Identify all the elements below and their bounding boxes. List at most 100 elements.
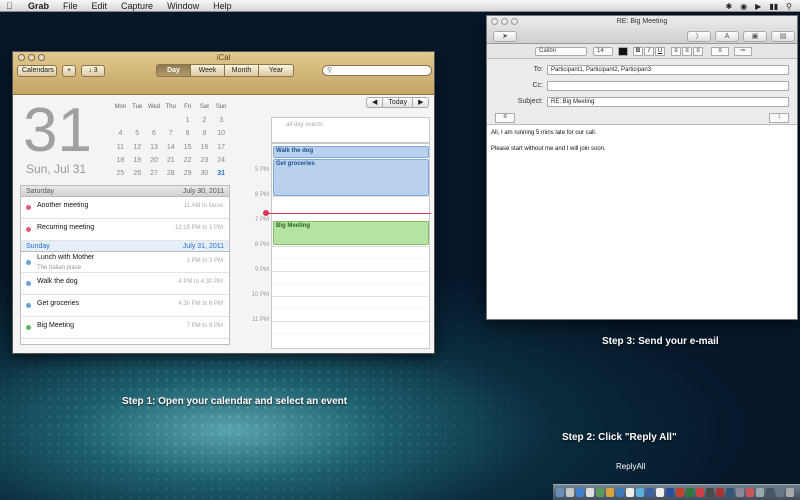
trash-icon[interactable] [786,488,794,497]
day-cell[interactable]: 26 [129,167,146,180]
day-cell[interactable]: 19 [129,154,146,167]
to-field[interactable]: Participant1, Participant2, Participan3 [547,65,789,75]
day-cell[interactable]: 7 [162,127,179,140]
day-cell[interactable]: 13 [146,141,163,154]
day-cell[interactable] [162,114,179,127]
day-cell[interactable] [129,114,146,127]
tab-month[interactable]: Month [225,65,259,76]
app-icon[interactable] [706,488,714,497]
indent-button[interactable]: ⇨ [734,47,752,56]
priority-button[interactable]: ↕ [769,113,789,123]
powerpoint-icon[interactable] [676,488,684,497]
day-cell[interactable]: 1 [179,114,196,127]
finder-icon[interactable] [556,488,564,497]
day-cell[interactable]: 2 [196,114,213,127]
photo-browser-button[interactable]: ▣ [743,31,767,42]
wifi-icon[interactable]: ◉ [740,2,747,11]
day-cell[interactable]: 28 [162,167,179,180]
day-cell[interactable]: 25 [112,167,129,180]
app-icon[interactable] [726,488,734,497]
event-item[interactable]: Recurring meeting 12:15 PM to 1 PM [21,219,229,241]
day-cell[interactable]: 5 [129,127,146,140]
app-icon[interactable] [566,488,574,497]
menu-help[interactable]: Help [213,1,232,11]
tab-year[interactable]: Year [259,65,293,76]
ical-icon[interactable] [626,488,634,497]
day-cell[interactable]: 11 [112,141,129,154]
color-swatch[interactable] [618,47,628,56]
event-item[interactable]: Another meeting 11 AM to Noon [21,197,229,219]
day-cell[interactable]: 15 [179,141,196,154]
day-cell[interactable]: 20 [146,154,163,167]
excel-icon[interactable] [686,488,694,497]
day-cell[interactable] [146,114,163,127]
day-cell[interactable]: 12 [129,141,146,154]
day-cell[interactable]: 10 [213,127,230,140]
event-item[interactable]: Big Meeting 7 PM to 8 PM [21,317,229,339]
italic-button[interactable]: I [644,47,654,56]
inbox-button[interactable]: ↓ 3 [81,65,105,77]
event-item[interactable]: Lunch with Mother The Italian place 1 PM… [21,252,229,274]
day-cell[interactable]: 30 [196,167,213,180]
next-day-button[interactable]: ▶ [413,98,428,107]
font-select[interactable]: Calibri [535,47,587,56]
event-item[interactable]: Get groceries 4:30 PM to 6 PM [21,295,229,317]
apple-icon[interactable]:  [6,1,16,11]
day-cell[interactable]: 8 [179,127,196,140]
size-select[interactable]: 14 [593,47,613,56]
day-cell[interactable]: 14 [162,141,179,154]
format-button[interactable]: A [715,31,739,42]
cc-field[interactable] [547,81,789,91]
calendar-event-get-groceries[interactable]: Get groceries [273,159,429,196]
day-cell[interactable] [112,114,129,127]
menu-window[interactable]: Window [167,1,199,11]
day-cell[interactable]: 3 [213,114,230,127]
day-cell[interactable]: 29 [179,167,196,180]
today-button[interactable]: Today [383,98,414,107]
list-button[interactable]: ≡ [711,47,729,56]
word-icon[interactable] [666,488,674,497]
spotlight-icon[interactable]: ⚲ [786,2,792,11]
day-cell[interactable]: 17 [213,141,230,154]
app-icon[interactable] [606,488,614,497]
day-cell[interactable]: 27 [146,167,163,180]
day-cell[interactable]: 16 [196,141,213,154]
app-icon[interactable] [696,488,704,497]
app-icon[interactable] [716,488,724,497]
day-cell[interactable]: 24 [213,154,230,167]
app-icon[interactable] [616,488,624,497]
calendar-event-big-meeting[interactable]: Big Meeting [273,221,429,245]
allday-area[interactable]: all-day events [272,118,429,144]
day-cell[interactable]: 23 [196,154,213,167]
align-right-button[interactable]: ≡ [693,47,703,56]
message-body[interactable]: All, I am running 5 mins late for our ca… [487,125,797,167]
folder-icon[interactable] [766,488,774,497]
attach-button[interactable]: 〉 [687,31,711,42]
bold-button[interactable]: B [633,47,643,56]
menu-file[interactable]: File [63,1,78,11]
prev-day-button[interactable]: ◀ [367,98,384,107]
tab-day[interactable]: Day [157,65,191,76]
calendars-button[interactable]: Calendars [17,65,57,77]
bluetooth-icon[interactable]: ✱ [725,2,732,11]
day-cell[interactable]: 4 [112,127,129,140]
app-icon[interactable] [736,488,744,497]
folder-icon[interactable] [776,488,784,497]
menu-app-name[interactable]: Grab [28,1,49,11]
event-item[interactable]: Walk the dog 4 PM to 4:30 PM [21,273,229,296]
add-event-button[interactable]: + [62,65,76,77]
app-icon[interactable] [656,488,664,497]
subject-field[interactable]: RE: Big Meeting [547,97,789,107]
underline-button[interactable]: U [655,47,665,56]
search-input[interactable]: ⚲ [322,65,432,76]
app-icon[interactable] [636,488,644,497]
day-cell[interactable]: 9 [196,127,213,140]
app-icon[interactable] [646,488,654,497]
app-icon[interactable] [746,488,754,497]
app-icon[interactable] [596,488,604,497]
app-icon[interactable] [576,488,584,497]
align-center-button[interactable]: ≡ [682,47,692,56]
day-cell[interactable]: 21 [162,154,179,167]
app-icon[interactable] [586,488,594,497]
day-view[interactable]: all-day events Walk the dog Get grocerie… [271,117,430,349]
